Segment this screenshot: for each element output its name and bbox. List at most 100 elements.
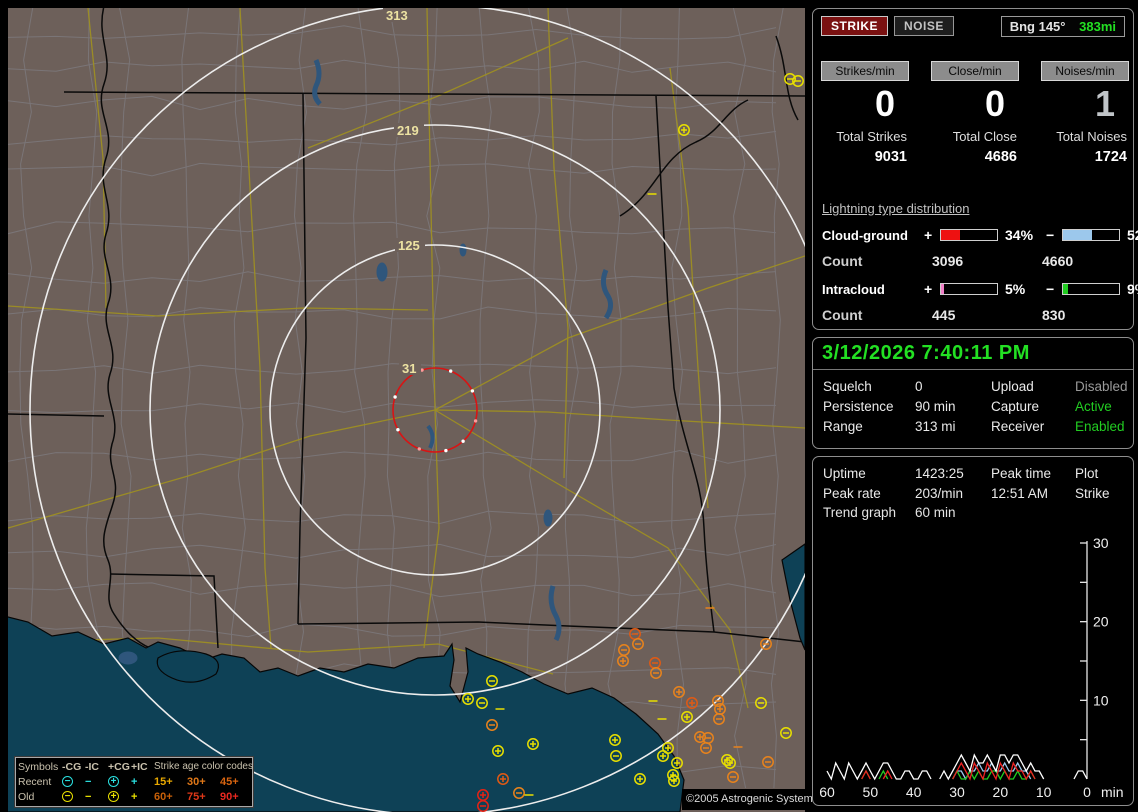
persistence-dot xyxy=(393,395,396,398)
persistence-dot xyxy=(449,369,452,372)
range-label: Range xyxy=(823,419,915,434)
cloud-ground-row: Cloud-ground + 34% − 52% xyxy=(822,227,1127,243)
old-cg-pos-icon: + xyxy=(108,791,119,802)
cg-negative-count: 4660 xyxy=(1042,253,1127,269)
persistence-dot xyxy=(461,440,464,443)
ic-plus-sign: + xyxy=(924,281,940,297)
total-noises-value: 1724 xyxy=(1041,149,1129,165)
legend-col-pos-cg: +CG xyxy=(108,761,131,773)
old-cg-neg-icon: − xyxy=(62,791,73,802)
trend-x-label: 60 xyxy=(819,784,835,800)
noises-per-min-chip[interactable]: Noises/min xyxy=(1041,61,1129,81)
age-15: 15+ xyxy=(154,776,187,788)
info-grid: Uptime 1423:25 Peak time Plot Peak rate … xyxy=(813,457,1133,503)
strikes-per-min-chip[interactable]: Strikes/min xyxy=(821,61,909,81)
legend-age-header: Strike age color codes xyxy=(154,761,252,772)
ic-positive-bar xyxy=(940,283,998,295)
trend-x-label: 30 xyxy=(949,784,965,800)
intracloud-count-row: Count 445 830 xyxy=(822,307,1127,323)
upload-status: Disabled xyxy=(1075,379,1128,394)
bearing-readout: Bng 145° 383mi xyxy=(1001,16,1125,37)
ring-label: 125 xyxy=(398,238,420,253)
cg-count-label: Count xyxy=(822,253,932,269)
age-30: 30+ xyxy=(187,776,220,788)
persistence-dot xyxy=(444,449,447,452)
ring-label: 219 xyxy=(397,123,419,138)
trend-y-label: 20 xyxy=(1093,614,1109,630)
strikes-stat-column: Strikes/min 0 Total Strikes 9031 xyxy=(821,61,909,165)
distribution-title: Lightning type distribution xyxy=(822,201,969,216)
legend-col-neg-ic: -IC xyxy=(85,761,108,773)
uptime-label: Uptime xyxy=(823,466,915,481)
map-legend: Symbols -CG -IC +CG +IC Strike age color… xyxy=(15,757,253,807)
lightning-map[interactable]: 313 219 125 31 Symbols -CG -IC +CG +IC Stri… xyxy=(8,8,805,812)
strikes-per-min-value: 0 xyxy=(821,83,909,125)
trend-x-label: 0 xyxy=(1083,784,1091,800)
ic-count-label: Count xyxy=(822,307,932,323)
total-close-label: Total Close xyxy=(931,129,1019,144)
cg-plus-sign: + xyxy=(924,227,940,243)
cloud-ground-count-row: Count 3096 4660 xyxy=(822,253,1127,269)
datetime-display: 3/12/2026 7:40:11 PM xyxy=(813,338,1133,370)
peak-rate-value: 203/min xyxy=(915,486,991,501)
persistence-label: Persistence xyxy=(823,399,915,414)
peak-time-label: Peak time xyxy=(991,466,1075,481)
legend-recent-label: Recent xyxy=(18,776,62,788)
close-per-min-chip[interactable]: Close/min xyxy=(931,61,1019,81)
upload-label: Upload xyxy=(991,379,1075,394)
legend-col-neg-cg: -CG xyxy=(62,761,85,773)
legend-col-pos-ic: +IC xyxy=(131,761,154,773)
close-stat-column: Close/min 0 Total Close 4686 xyxy=(931,61,1019,165)
status-panel: 3/12/2026 7:40:11 PM Squelch 0 Upload Di… xyxy=(812,337,1134,449)
cg-negative-pct: 52% xyxy=(1122,227,1138,243)
persistence-dot xyxy=(474,419,477,422)
trend-x-unit: min xyxy=(1101,784,1124,800)
cg-positive-bar xyxy=(940,229,998,241)
peak-time-value: 12:51 AM xyxy=(991,486,1075,501)
trend-y-label: 30 xyxy=(1093,535,1109,551)
ring-label: 313 xyxy=(386,8,408,23)
age-75: 75+ xyxy=(187,791,220,803)
ic-minus-sign: − xyxy=(1046,281,1062,297)
trend-x-label: 20 xyxy=(993,784,1009,800)
uptime-value: 1423:25 xyxy=(915,466,991,481)
trend-y-label: 10 xyxy=(1093,692,1109,708)
squelch-label: Squelch xyxy=(823,379,915,394)
squelch-value: 0 xyxy=(915,379,991,394)
age-60: 60+ xyxy=(154,791,187,803)
total-strikes-value: 9031 xyxy=(821,149,909,165)
statistics-panel: STRIKE NOISE Bng 145° 383mi Strikes/min 0… xyxy=(812,8,1134,330)
noises-per-min-value: 1 xyxy=(1041,83,1129,125)
trend-series-Total xyxy=(827,755,1087,779)
noise-mode-button[interactable]: NOISE xyxy=(894,16,954,36)
recent-ic-neg-icon: − xyxy=(85,776,108,788)
trend-x-label: 50 xyxy=(863,784,879,800)
recent-cg-pos-icon: + xyxy=(108,776,119,787)
map-canvas: 313 219 125 31 xyxy=(8,8,805,812)
ic-positive-pct: 5% xyxy=(1000,281,1046,297)
cg-minus-sign: − xyxy=(1046,227,1062,243)
receiver-label: Receiver xyxy=(991,419,1075,434)
ic-positive-count: 445 xyxy=(932,307,1042,323)
trend-graph: 3020106050403020100min xyxy=(815,535,1131,801)
recent-cg-neg-icon: − xyxy=(62,776,73,787)
status-grid: Squelch 0 Upload Disabled Persistence 90… xyxy=(813,370,1133,443)
copyright-text: ©2005 Astrogenic Systems xyxy=(682,789,807,810)
bearing-distance: 383mi xyxy=(1079,19,1116,34)
intracloud-row: Intracloud + 5% − 9% xyxy=(822,281,1127,297)
ring-label: 31 xyxy=(402,361,416,376)
close-per-min-value: 0 xyxy=(931,83,1019,125)
intracloud-label: Intracloud xyxy=(822,282,924,297)
trend-graph-value: 60 min xyxy=(915,505,1123,520)
capture-label: Capture xyxy=(991,399,1075,414)
bearing-value: Bng 145° xyxy=(1010,19,1066,34)
plot-value: Strike xyxy=(1075,486,1123,501)
trend-graph-row: Trend graph 60 min xyxy=(813,503,1133,522)
age-90: 90+ xyxy=(220,791,252,803)
capture-status: Active xyxy=(1075,399,1128,414)
legend-old-label: Old xyxy=(18,791,62,803)
cg-positive-count: 3096 xyxy=(932,253,1042,269)
persistence-dot xyxy=(396,428,399,431)
strike-mode-button[interactable]: STRIKE xyxy=(821,16,888,36)
range-value: 313 mi xyxy=(915,419,991,434)
